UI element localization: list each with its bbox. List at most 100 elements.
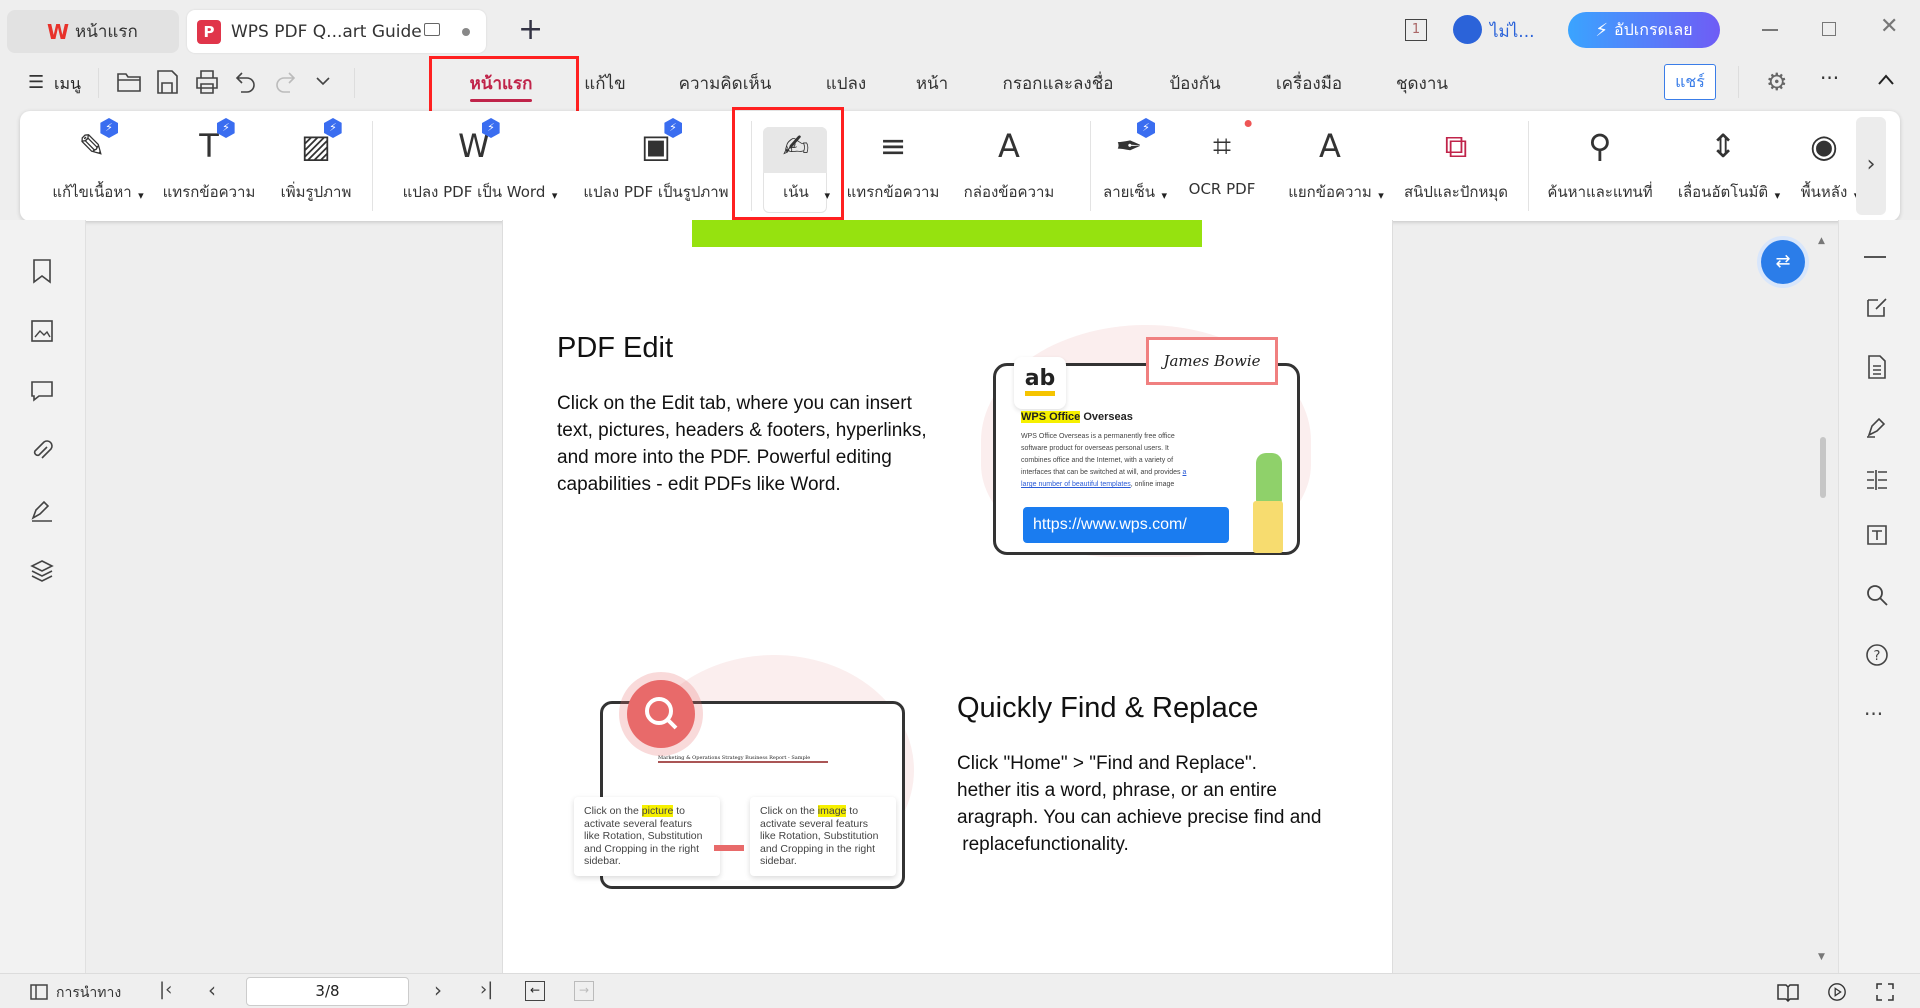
settings-icon[interactable]: ⚙ [1766, 68, 1788, 96]
doc-title-highlight: WPS Office [1021, 411, 1081, 423]
ribbon-item-add-image[interactable]: ▨ ⚡ เพิ่มรูปภาพ [281, 118, 351, 204]
section-title-find-replace: Quickly Find & Replace [957, 692, 1259, 724]
attachment-icon[interactable] [29, 438, 55, 464]
redo-icon[interactable] [273, 70, 297, 94]
tab-batch[interactable]: ชุดงาน [1396, 70, 1448, 97]
section-body-pdf-edit: Click on the Edit tab, where you can ins… [557, 393, 927, 495]
ribbon-item-text-box[interactable]: A กล่องข้อความ [964, 124, 1055, 204]
minimize-button[interactable] [1762, 29, 1778, 31]
home-tab[interactable]: W หน้าแรก [7, 10, 179, 53]
tab-edit[interactable]: แก้ไข [584, 70, 625, 97]
edit-panel-icon[interactable] [1864, 294, 1890, 320]
home-tab-label: หน้าแรก [75, 22, 138, 42]
previous-page-button[interactable]: ‹ [208, 978, 216, 1002]
outline-panel-icon[interactable] [1864, 467, 1890, 493]
close-button[interactable]: ✕ [1880, 14, 1898, 39]
page-count-icon[interactable]: 1 [1405, 19, 1427, 41]
dropdown-chevron-icon[interactable]: ▾ [552, 189, 558, 202]
ribbon-item-extract-text[interactable]: A แยกข้อความ ▾ [1288, 124, 1384, 204]
signature-panel-icon[interactable] [29, 498, 55, 524]
more-icon[interactable]: ··· [1820, 66, 1839, 90]
ribbon-item-background[interactable]: ◉พื้นหลัง▾ [1801, 124, 1860, 204]
ribbon-scroll-right-button[interactable]: › [1856, 117, 1886, 215]
scroll-down-arrow[interactable]: ▼ [1818, 952, 1825, 962]
ribbon-item-search[interactable]: ⚲ ค้นหาและแทนที่ [1547, 124, 1652, 204]
signature-box: James Bowie [1146, 337, 1278, 385]
ribbon-item-edit-content[interactable]: ✎ ⚡ แก้ไขเนื้อหา ▾ [52, 118, 144, 204]
collapse-panel-icon[interactable] [1864, 256, 1886, 258]
layers-icon[interactable] [29, 558, 55, 584]
scroll-up-arrow[interactable]: ▲ [1818, 236, 1825, 246]
menu-icon[interactable]: ☰ [28, 72, 44, 93]
ribbon-item-snip-pin[interactable]: ⧉ สนิปและปักหมุด [1404, 124, 1508, 204]
divider [1738, 66, 1739, 98]
bookmark-icon[interactable] [29, 258, 55, 284]
pen-panel-icon[interactable] [1864, 414, 1890, 440]
ribbon-item-insert-text[interactable]: T ⚡ แทรกข้อความ [163, 118, 255, 204]
first-page-button[interactable]: |‹ [159, 979, 172, 1000]
floating-translate-button[interactable]: ⇄ [1761, 240, 1805, 284]
ribbon-item-signature[interactable]: ✒ ⚡ ลายเซ็น ▾ [1103, 118, 1167, 204]
dropdown-chevron-icon[interactable]: ▾ [1161, 189, 1167, 202]
ribbon-item-label: กล่องข้อความ [963, 183, 1055, 201]
chevron-down-icon[interactable] [316, 76, 330, 86]
dropdown-chevron-icon[interactable]: ▾ [1378, 189, 1384, 202]
tab-fill-sign[interactable]: กรอกและลงชื่อ [1003, 70, 1114, 97]
ribbon-item-auto-scroll[interactable]: ⇕ เลื่อนอัตโนมัติ ▾ [1678, 124, 1780, 204]
dropdown-chevron-icon[interactable]: ▾ [1775, 189, 1781, 202]
doc-title: WPS Office Overseas [1021, 411, 1133, 423]
share-button[interactable]: แชร์ [1664, 64, 1716, 100]
document-panel-icon[interactable] [1864, 354, 1890, 380]
ribbon-item-pdf-to-word[interactable]: W ⚡ แปลง PDF เป็น Word ▾ [403, 118, 557, 204]
menu-button[interactable]: เมนู [54, 72, 81, 97]
translate-panel-icon[interactable] [1864, 522, 1890, 548]
fullscreen-icon[interactable] [1875, 982, 1895, 1002]
print-icon[interactable] [194, 69, 220, 95]
tab-convert[interactable]: แปลง [826, 70, 866, 97]
more-panel-icon[interactable]: ··· [1864, 702, 1890, 728]
avatar-icon[interactable] [1453, 15, 1482, 44]
ribbon-item-ocr[interactable]: ⌗ OCR PDF [1188, 120, 1256, 198]
callout-image: Click on the image to activate several f… [750, 797, 896, 876]
comment-icon[interactable] [29, 378, 55, 404]
last-page-button[interactable]: ›| [480, 979, 493, 1000]
doc-title-rest: Overseas [1080, 411, 1133, 423]
document-tab[interactable]: P WPS PDF Q...art Guide [187, 10, 486, 53]
next-page-button[interactable]: › [434, 978, 442, 1002]
dropdown-chevron-icon[interactable]: ▾ [138, 189, 144, 202]
ribbon-item-text-comment[interactable]: ≡ แทรกข้อความ [847, 124, 940, 204]
collapse-ribbon-icon[interactable] [1878, 74, 1894, 86]
new-tab-button[interactable]: + [518, 12, 543, 47]
search-panel-icon[interactable] [1864, 582, 1890, 608]
tab-page[interactable]: หน้า [916, 70, 948, 97]
doc-paragraph: WPS Office Overseas is a permanently fre… [1021, 431, 1196, 491]
monitor-icon[interactable] [424, 23, 440, 36]
upgrade-button[interactable]: ⚡ อัปเกรดเลย [1568, 12, 1720, 48]
save-icon[interactable] [155, 69, 179, 95]
vertical-scrollbar[interactable]: ▲ ▼ [1816, 236, 1830, 966]
insert-text-icon: T ⚡ [187, 118, 235, 168]
navigation-label[interactable]: การนำทาง [56, 982, 121, 1004]
ribbon-item-label: แก้ไขเนื้อหา [52, 183, 132, 201]
navigation-panel-icon[interactable] [29, 982, 49, 1002]
scrollbar-thumb[interactable] [1820, 437, 1826, 498]
undo-icon[interactable] [234, 70, 258, 94]
ribbon-item-label: OCR PDF [1188, 180, 1256, 198]
tab-comment[interactable]: ความคิดเห็น [679, 70, 772, 97]
divider [98, 68, 99, 98]
open-folder-icon[interactable] [116, 70, 142, 94]
ab-badge: ab [1014, 357, 1066, 409]
help-icon[interactable]: ? [1864, 642, 1890, 668]
forward-view-button[interactable]: → [574, 981, 594, 1001]
user-label[interactable]: ไม่ไ... [1490, 18, 1535, 45]
restore-button[interactable] [1822, 22, 1836, 36]
unsaved-dot-icon[interactable] [462, 28, 470, 36]
ribbon-item-pdf-to-image[interactable]: ▣ ⚡ แปลง PDF เป็นรูปภาพ [583, 118, 729, 204]
tab-tools[interactable]: เครื่องมือ [1276, 70, 1342, 97]
play-icon[interactable] [1826, 982, 1848, 1002]
read-mode-icon[interactable] [1776, 982, 1800, 1002]
tab-protect[interactable]: ป้องกัน [1169, 70, 1220, 97]
back-view-button[interactable]: ← [525, 981, 545, 1001]
thumbnails-icon[interactable] [29, 318, 55, 344]
page-number-input[interactable]: 3/8 [246, 977, 409, 1006]
